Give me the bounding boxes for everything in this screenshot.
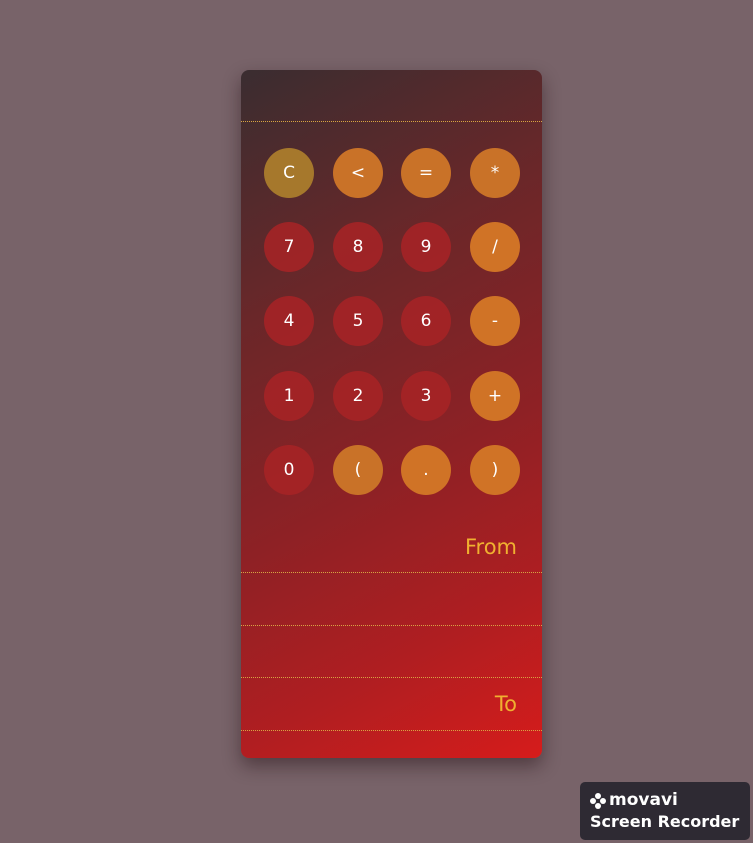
watermark-brand: movavi [609,790,678,810]
digit-8-button[interactable]: 8 [333,222,383,272]
recorder-watermark: movavi Screen Recorder [580,782,750,840]
digit-6-button[interactable]: 6 [401,296,451,346]
divide-button[interactable]: / [470,222,520,272]
divider [241,730,542,731]
digit-5-button[interactable]: 5 [333,296,383,346]
backspace-button[interactable]: < [333,148,383,198]
open-paren-button[interactable]: ( [333,445,383,495]
digit-2-button[interactable]: 2 [333,371,383,421]
digit-7-button[interactable]: 7 [264,222,314,272]
digit-3-button[interactable]: 3 [401,371,451,421]
divider [241,677,542,678]
digit-0-button[interactable]: 0 [264,445,314,495]
to-label: To [494,692,517,716]
to-value-field[interactable] [241,626,542,678]
from-label: From [464,535,517,559]
watermark-product: Screen Recorder [590,812,740,831]
expression-display [241,70,542,122]
multiply-button[interactable]: * [470,148,520,198]
movavi-logo-icon [590,793,606,809]
digit-1-button[interactable]: 1 [264,371,314,421]
clear-button[interactable]: C [264,148,314,198]
subtract-button[interactable]: - [470,296,520,346]
equals-button[interactable]: = [401,148,451,198]
digit-4-button[interactable]: 4 [264,296,314,346]
decimal-point-button[interactable]: . [401,445,451,495]
calculator-panel: C < = * 7 8 9 / 4 5 6 - 1 2 3 + 0 ( . ) … [241,70,542,758]
digit-9-button[interactable]: 9 [401,222,451,272]
add-button[interactable]: + [470,371,520,421]
from-value-field[interactable] [241,573,542,625]
close-paren-button[interactable]: ) [470,445,520,495]
